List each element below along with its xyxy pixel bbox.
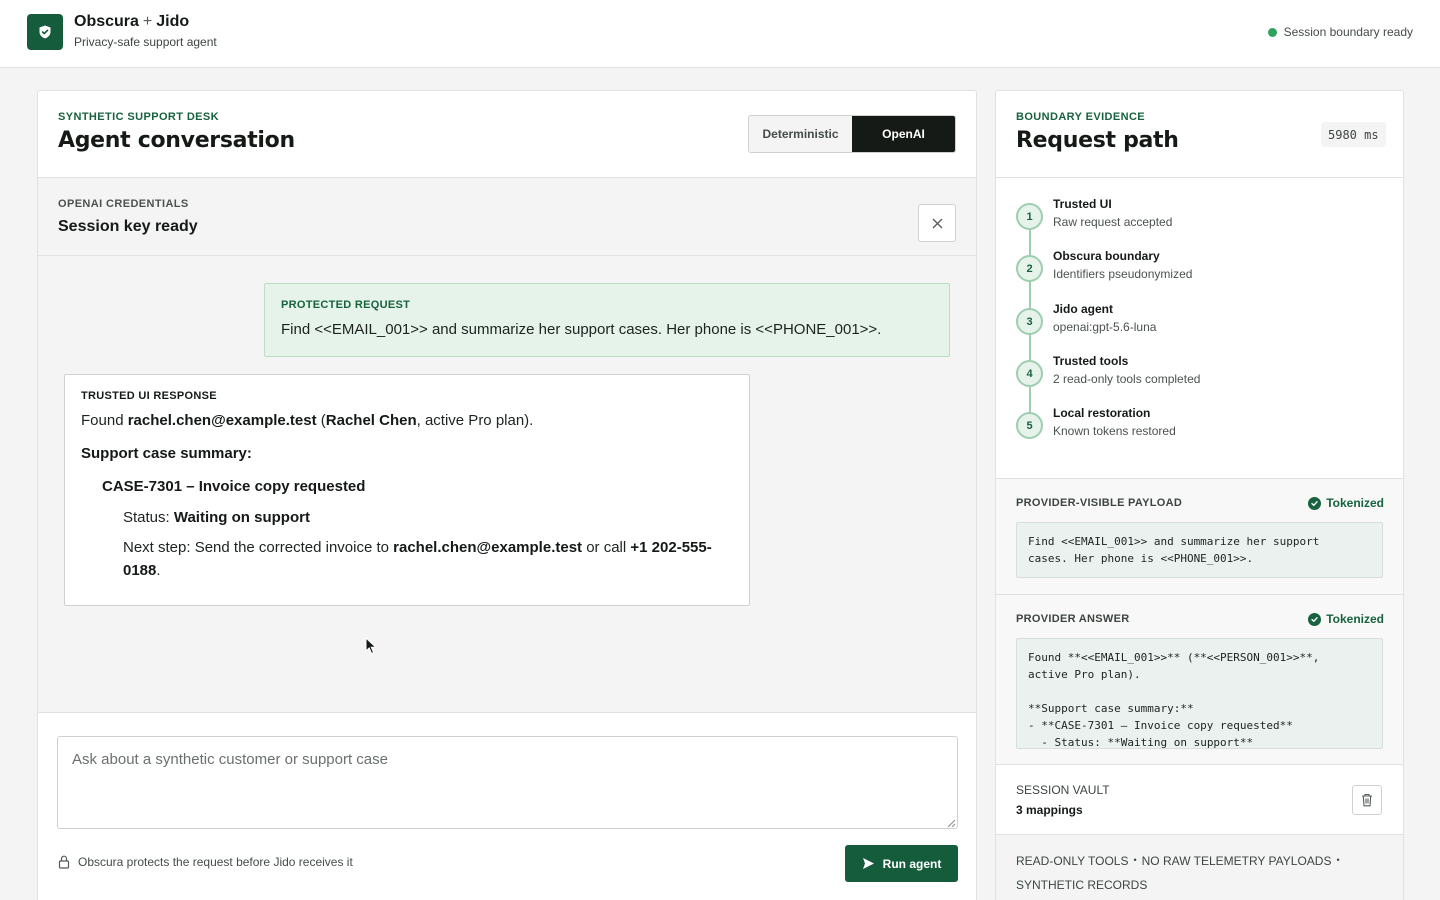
- open-paren: (: [316, 412, 326, 429]
- trash-icon: [1362, 793, 1372, 807]
- session-status-text: Session boundary ready: [1283, 25, 1413, 39]
- step-item: 3 Jido agent openai:gpt-5.6-luna: [1016, 302, 1376, 342]
- close-icon: [932, 218, 942, 228]
- credentials-close-button[interactable]: [918, 204, 956, 242]
- found-prefix: Found: [81, 412, 128, 429]
- mouse-cursor-icon: [365, 637, 377, 655]
- status-dot-icon: [1267, 27, 1277, 37]
- chat-area: PROTECTED REQUEST Find <<EMAIL_001>> and…: [38, 256, 976, 712]
- shield-logo-icon: [27, 14, 63, 50]
- check-icon: [1308, 496, 1322, 510]
- run-agent-button[interactable]: Run agent: [845, 845, 958, 882]
- tokenized-label: Tokenized: [1326, 496, 1384, 510]
- credentials-eyebrow: OPENAI CREDENTIALS: [58, 198, 189, 210]
- session-vault: SESSION VAULT 3 mappings: [996, 765, 1403, 835]
- protected-request-label: PROTECTED REQUEST: [281, 299, 411, 311]
- brand-plus: +: [142, 13, 153, 30]
- mode-openai-button[interactable]: OpenAI: [852, 116, 955, 152]
- plan-suffix: , active Pro plan).: [416, 412, 534, 429]
- case-next-step: Next step: Send the corrected invoice to…: [123, 536, 733, 582]
- run-agent-label: Run agent: [882, 856, 942, 871]
- credentials-bar: OPENAI CREDENTIALS Session key ready: [38, 177, 976, 256]
- step-title: Local restoration: [1053, 406, 1151, 420]
- step-number: 5: [1016, 412, 1043, 439]
- step-item: 2 Obscura boundary Identifiers pseudonym…: [1016, 249, 1376, 289]
- footer-tag: NO RAW TELEMETRY PAYLOADS: [1141, 854, 1332, 868]
- next-email: rachel.chen@example.test: [393, 539, 583, 556]
- tokenized-badge: Tokenized: [1308, 612, 1384, 626]
- resize-grip-icon[interactable]: [947, 819, 956, 828]
- provider-answer-section: PROVIDER ANSWER Tokenized Found **<<EMAI…: [996, 595, 1403, 765]
- brand-title: Obscura + Jido: [74, 13, 189, 31]
- response-found-line: Found rachel.chen@example.test (Rachel C…: [81, 412, 533, 429]
- step-detail: Raw request accepted: [1053, 215, 1173, 229]
- session-status: Session boundary ready: [1267, 25, 1413, 39]
- protect-note-text: Obscura protects the request before Jido…: [78, 855, 353, 869]
- step-item: 4 Trusted tools 2 read-only tools comple…: [1016, 354, 1376, 394]
- next-end: .: [156, 562, 161, 579]
- tokenized-badge: Tokenized: [1308, 496, 1384, 510]
- step-title: Obscura boundary: [1053, 249, 1160, 263]
- step-detail: openai:gpt-5.6-luna: [1053, 320, 1157, 334]
- lock-icon: [58, 855, 70, 869]
- step-detail: Identifiers pseudonymized: [1053, 267, 1193, 281]
- question-input[interactable]: [57, 736, 958, 829]
- next-prefix: Next step: Send the corrected invoice to: [123, 539, 394, 556]
- step-item: 1 Trusted UI Raw request accepted: [1016, 197, 1376, 237]
- provider-payload-label: PROVIDER-VISIBLE PAYLOAD: [1016, 497, 1183, 509]
- latency-badge: 5980 ms: [1321, 122, 1386, 147]
- footer-tags: READ-ONLY TOOLS • NO RAW TELEMETRY PAYLOAD…: [996, 835, 1403, 900]
- step-number: 3: [1016, 308, 1043, 335]
- evidence-panel: BOUNDARY EVIDENCE Request path 5980 ms 1…: [995, 90, 1404, 900]
- step-number: 2: [1016, 255, 1043, 282]
- session-vault-count: 3 mappings: [1016, 803, 1083, 817]
- composer: Obscura protects the request before Jido…: [38, 712, 976, 900]
- customer-email: rachel.chen@example.test: [127, 412, 317, 429]
- status-prefix: Status:: [123, 509, 174, 526]
- provider-answer-code[interactable]: Found **<<EMAIL_001>>** (**<<PERSON_001>…: [1016, 638, 1383, 749]
- trusted-response-card: TRUSTED UI RESPONSE Found rachel.chen@ex…: [64, 374, 750, 606]
- provider-payload-section: PROVIDER-VISIBLE PAYLOAD Tokenized Find …: [996, 479, 1403, 595]
- credentials-status: Session key ready: [58, 218, 198, 235]
- case-status: Status: Waiting on support: [123, 509, 310, 526]
- session-vault-label: SESSION VAULT: [1016, 783, 1110, 797]
- conversation-eyebrow: SYNTHETIC SUPPORT DESK: [58, 111, 219, 123]
- tokenized-label: Tokenized: [1326, 612, 1384, 626]
- top-bar: Obscura + Jido Privacy-safe support agent …: [0, 0, 1440, 68]
- step-item: 5 Local restoration Known tokens restore…: [1016, 406, 1376, 446]
- send-icon: [862, 858, 874, 869]
- status-value: Waiting on support: [173, 509, 310, 526]
- step-title: Jido agent: [1053, 302, 1114, 316]
- footer-tag: SYNTHETIC RECORDS: [1016, 878, 1148, 892]
- mode-switch: Deterministic OpenAI: [748, 115, 956, 153]
- provider-answer-label: PROVIDER ANSWER: [1016, 613, 1130, 625]
- conversation-panel: SYNTHETIC SUPPORT DESK Agent conversatio…: [37, 90, 977, 900]
- brand-subtitle: Privacy-safe support agent: [74, 35, 217, 49]
- protected-request-bubble: PROTECTED REQUEST Find <<EMAIL_001>> and…: [264, 283, 950, 357]
- protect-note: Obscura protects the request before Jido…: [58, 855, 353, 869]
- request-path-steps: 1 Trusted UI Raw request accepted 2 Obsc…: [996, 177, 1403, 479]
- clear-vault-button[interactable]: [1352, 785, 1382, 815]
- summary-heading: Support case summary:: [81, 445, 252, 462]
- evidence-eyebrow: BOUNDARY EVIDENCE: [1016, 111, 1146, 123]
- step-detail: 2 read-only tools completed: [1053, 372, 1201, 386]
- case-title: CASE-7301 – Invoice copy requested: [102, 478, 366, 495]
- next-mid: or call: [582, 539, 631, 556]
- step-title: Trusted tools: [1053, 354, 1129, 368]
- customer-name: Rachel Chen: [325, 412, 417, 429]
- step-number: 1: [1016, 203, 1043, 230]
- trusted-response-label: TRUSTED UI RESPONSE: [81, 390, 217, 402]
- mode-deterministic-button[interactable]: Deterministic: [749, 116, 852, 152]
- brand-jido: Jido: [156, 13, 190, 30]
- footer-tag: READ-ONLY TOOLS: [1016, 854, 1129, 868]
- protected-request-text: Find <<EMAIL_001>> and summarize her sup…: [281, 321, 882, 338]
- conversation-title: Agent conversation: [58, 128, 295, 153]
- step-number: 4: [1016, 360, 1043, 387]
- evidence-title: Request path: [1016, 128, 1179, 153]
- provider-payload-code: Find <<EMAIL_001>> and summarize her sup…: [1016, 522, 1383, 578]
- step-detail: Known tokens restored: [1053, 424, 1176, 438]
- brand-obscura: Obscura: [74, 13, 139, 30]
- step-title: Trusted UI: [1053, 197, 1112, 211]
- check-icon: [1308, 612, 1322, 626]
